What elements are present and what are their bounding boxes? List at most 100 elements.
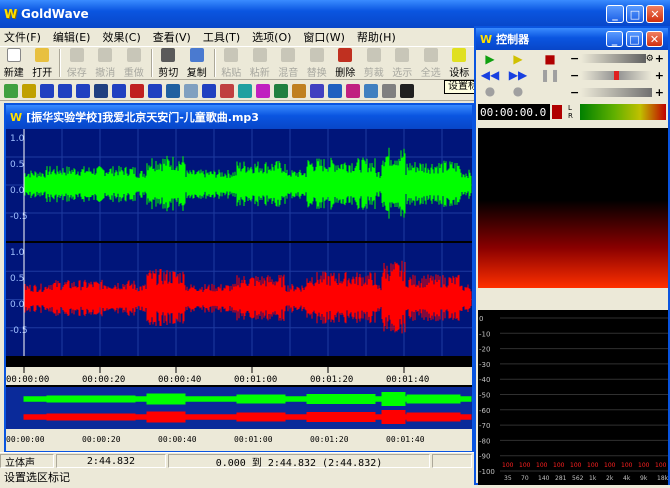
document-window[interactable]: W [振华实验学校]我爱北京天安门-儿童歌曲.mp3 1.0 0.5 0.0 -0.5… xyxy=(4,103,474,453)
minimize-button[interactable]: _ xyxy=(606,5,624,23)
toolbar-button-12[interactable]: 剪裁 xyxy=(360,47,388,79)
toolbar-button-4[interactable]: 重做 xyxy=(120,47,148,79)
effect-icon-2[interactable] xyxy=(40,83,54,98)
effect-icon-21[interactable] xyxy=(382,83,396,98)
menu-tools[interactable]: 工具(T) xyxy=(203,29,240,45)
menu-help[interactable]: 帮助(H) xyxy=(357,29,396,45)
control-close-button[interactable]: ✕ xyxy=(646,31,663,47)
effect-icon-17[interactable] xyxy=(310,83,324,98)
control-minimize-button[interactable]: _ xyxy=(606,31,623,47)
toolbar-label: 选示 xyxy=(392,68,413,79)
effect-icon-0[interactable] xyxy=(4,83,18,98)
spectrum-y-label: -70 xyxy=(479,422,490,430)
toolbar-icon-3 xyxy=(98,48,113,62)
maximize-button[interactable]: □ xyxy=(626,5,644,23)
spectrum-display[interactable]: 0 -10 -20 -30 -40 -50 -60 -70 -80 -90 -100 100 35 100… xyxy=(478,310,669,485)
waveform-area[interactable]: 1.0 0.5 0.0 -0.5 1.0 0.5 0.0 -0.5 00:00:00 00:00:… xyxy=(6,129,472,447)
pause-icon[interactable]: ❚❚ xyxy=(538,68,562,82)
volume-slider[interactable]: − ⚙ + xyxy=(570,52,664,65)
timeline-label: 00:01:20 xyxy=(310,375,353,385)
toolbar-icon-6 xyxy=(189,48,204,62)
spectrum-peak-label: 100 xyxy=(519,462,531,469)
record-level-indicator xyxy=(552,105,562,119)
menu-window[interactable]: 窗口(W) xyxy=(303,29,344,45)
speed-slider[interactable]: − + xyxy=(570,86,664,99)
effect-icon-19[interactable] xyxy=(346,83,360,98)
menu-edit[interactable]: 编辑(E) xyxy=(53,29,91,45)
y-tick-label-top: 0.5 xyxy=(10,160,24,170)
play-selection-icon[interactable]: ▶ xyxy=(506,52,530,66)
app-title: GoldWave xyxy=(21,7,89,21)
toolbar-button-7[interactable]: 粘贴 xyxy=(218,47,246,79)
toolbar-label: 替换 xyxy=(306,68,327,79)
y-tick-label-bottom: 0.0 xyxy=(10,300,25,310)
level-meter xyxy=(580,104,666,120)
toolbar-label: 设标 xyxy=(449,68,470,79)
effect-icon-18[interactable] xyxy=(328,83,342,98)
effect-icon-4[interactable] xyxy=(76,83,90,98)
toolbar-button-5[interactable]: 剪切 xyxy=(155,47,183,79)
waveform-svg[interactable]: 1.0 0.5 0.0 -0.5 1.0 0.5 0.0 -0.5 00:00:00 00:00:… xyxy=(6,129,472,447)
spectrum-y-label: -40 xyxy=(479,376,490,384)
effect-icon-16[interactable] xyxy=(292,83,306,98)
effect-icon-20[interactable] xyxy=(364,83,378,98)
app-titlebar[interactable]: W GoldWave xyxy=(0,0,670,28)
close-button[interactable]: ✕ xyxy=(646,5,664,23)
channels-label: 立体声 xyxy=(0,454,54,469)
stop-icon[interactable]: ■ xyxy=(538,52,562,66)
oscilloscope-display[interactable] xyxy=(478,128,668,288)
effect-icon-22[interactable] xyxy=(400,83,414,98)
toolbar-button-13[interactable]: 选示 xyxy=(389,47,417,79)
selection-readout: 0.000 到 2:44.832 (2:44.832) xyxy=(168,454,430,469)
menu-view[interactable]: 查看(V) xyxy=(153,29,191,45)
effect-icon-8[interactable] xyxy=(148,83,162,98)
effect-icon-5[interactable] xyxy=(94,83,108,98)
control-maximize-button[interactable]: □ xyxy=(626,31,643,47)
rewind-icon[interactable]: ◀◀ xyxy=(478,68,502,82)
toolbar-button-8[interactable]: 粘新 xyxy=(246,47,274,79)
effect-icon-11[interactable] xyxy=(202,83,216,98)
toolbar-button-6[interactable]: 复制 xyxy=(183,47,211,79)
effect-icon-13[interactable] xyxy=(238,83,252,98)
effect-icon-3[interactable] xyxy=(58,83,72,98)
toolbar-button-10[interactable]: 替换 xyxy=(303,47,331,79)
control-window[interactable]: W 控制器 _ □ ✕ ▶ ▶ ■ ◀◀ ▶▶ ❚❚ ● ● − ⚙ + − + − +… xyxy=(474,26,670,485)
effect-icon-9[interactable] xyxy=(166,83,180,98)
y-tick-label-top: -0.5 xyxy=(10,212,28,222)
effect-icon-12[interactable] xyxy=(220,83,234,98)
play-icon[interactable]: ▶ xyxy=(478,52,502,66)
toolbar-button-2[interactable]: 保存 xyxy=(63,47,91,79)
record-new-icon[interactable]: ● xyxy=(506,84,530,98)
effect-icon-14[interactable] xyxy=(256,83,270,98)
spectrum-x-label: 35 xyxy=(504,475,512,482)
toolbar-button-11[interactable]: 删除 xyxy=(332,47,360,79)
record-icon[interactable]: ● xyxy=(478,84,502,98)
spectrum-x-label: 70 xyxy=(521,475,529,482)
y-tick-label-top: 0.0 xyxy=(10,186,25,196)
menu-file[interactable]: 文件(F) xyxy=(4,29,41,45)
toolbar-button-3[interactable]: 撤消 xyxy=(92,47,120,79)
y-tick-label-bottom: 0.5 xyxy=(10,274,24,284)
toolbar-button-9[interactable]: 混音 xyxy=(275,47,303,79)
control-title: 控制器 xyxy=(496,33,530,46)
toolbar-button-14[interactable]: 全选 xyxy=(417,47,445,79)
effect-icon-6[interactable] xyxy=(112,83,126,98)
document-titlebar[interactable]: W [振华实验学校]我爱北京天安门-儿童歌曲.mp3 xyxy=(6,105,472,129)
effect-icon-15[interactable] xyxy=(274,83,288,98)
spectrum-peak-label: 100 xyxy=(570,462,582,469)
toolbar-button-0[interactable]: 新建 xyxy=(0,47,28,79)
balance-slider[interactable]: − + xyxy=(570,69,664,82)
y-tick-label-bottom: 1.0 xyxy=(10,248,25,258)
menu-options[interactable]: 选项(O) xyxy=(252,29,291,45)
balance-thumb[interactable] xyxy=(613,71,619,80)
spectrum-y-label: -90 xyxy=(479,453,490,461)
toolbar-button-1[interactable]: 打开 xyxy=(29,47,57,79)
spectrum-peak-label: 100 xyxy=(587,462,599,469)
effect-icon-7[interactable] xyxy=(130,83,144,98)
fast-forward-icon[interactable]: ▶▶ xyxy=(506,68,530,82)
effect-icon-1[interactable] xyxy=(22,83,36,98)
toolbar-button-15[interactable]: 设标 xyxy=(446,47,474,79)
effect-icon-10[interactable] xyxy=(184,83,198,98)
spectrum-peak-label: 100 xyxy=(621,462,633,469)
menu-effects[interactable]: 效果(C) xyxy=(102,29,140,45)
